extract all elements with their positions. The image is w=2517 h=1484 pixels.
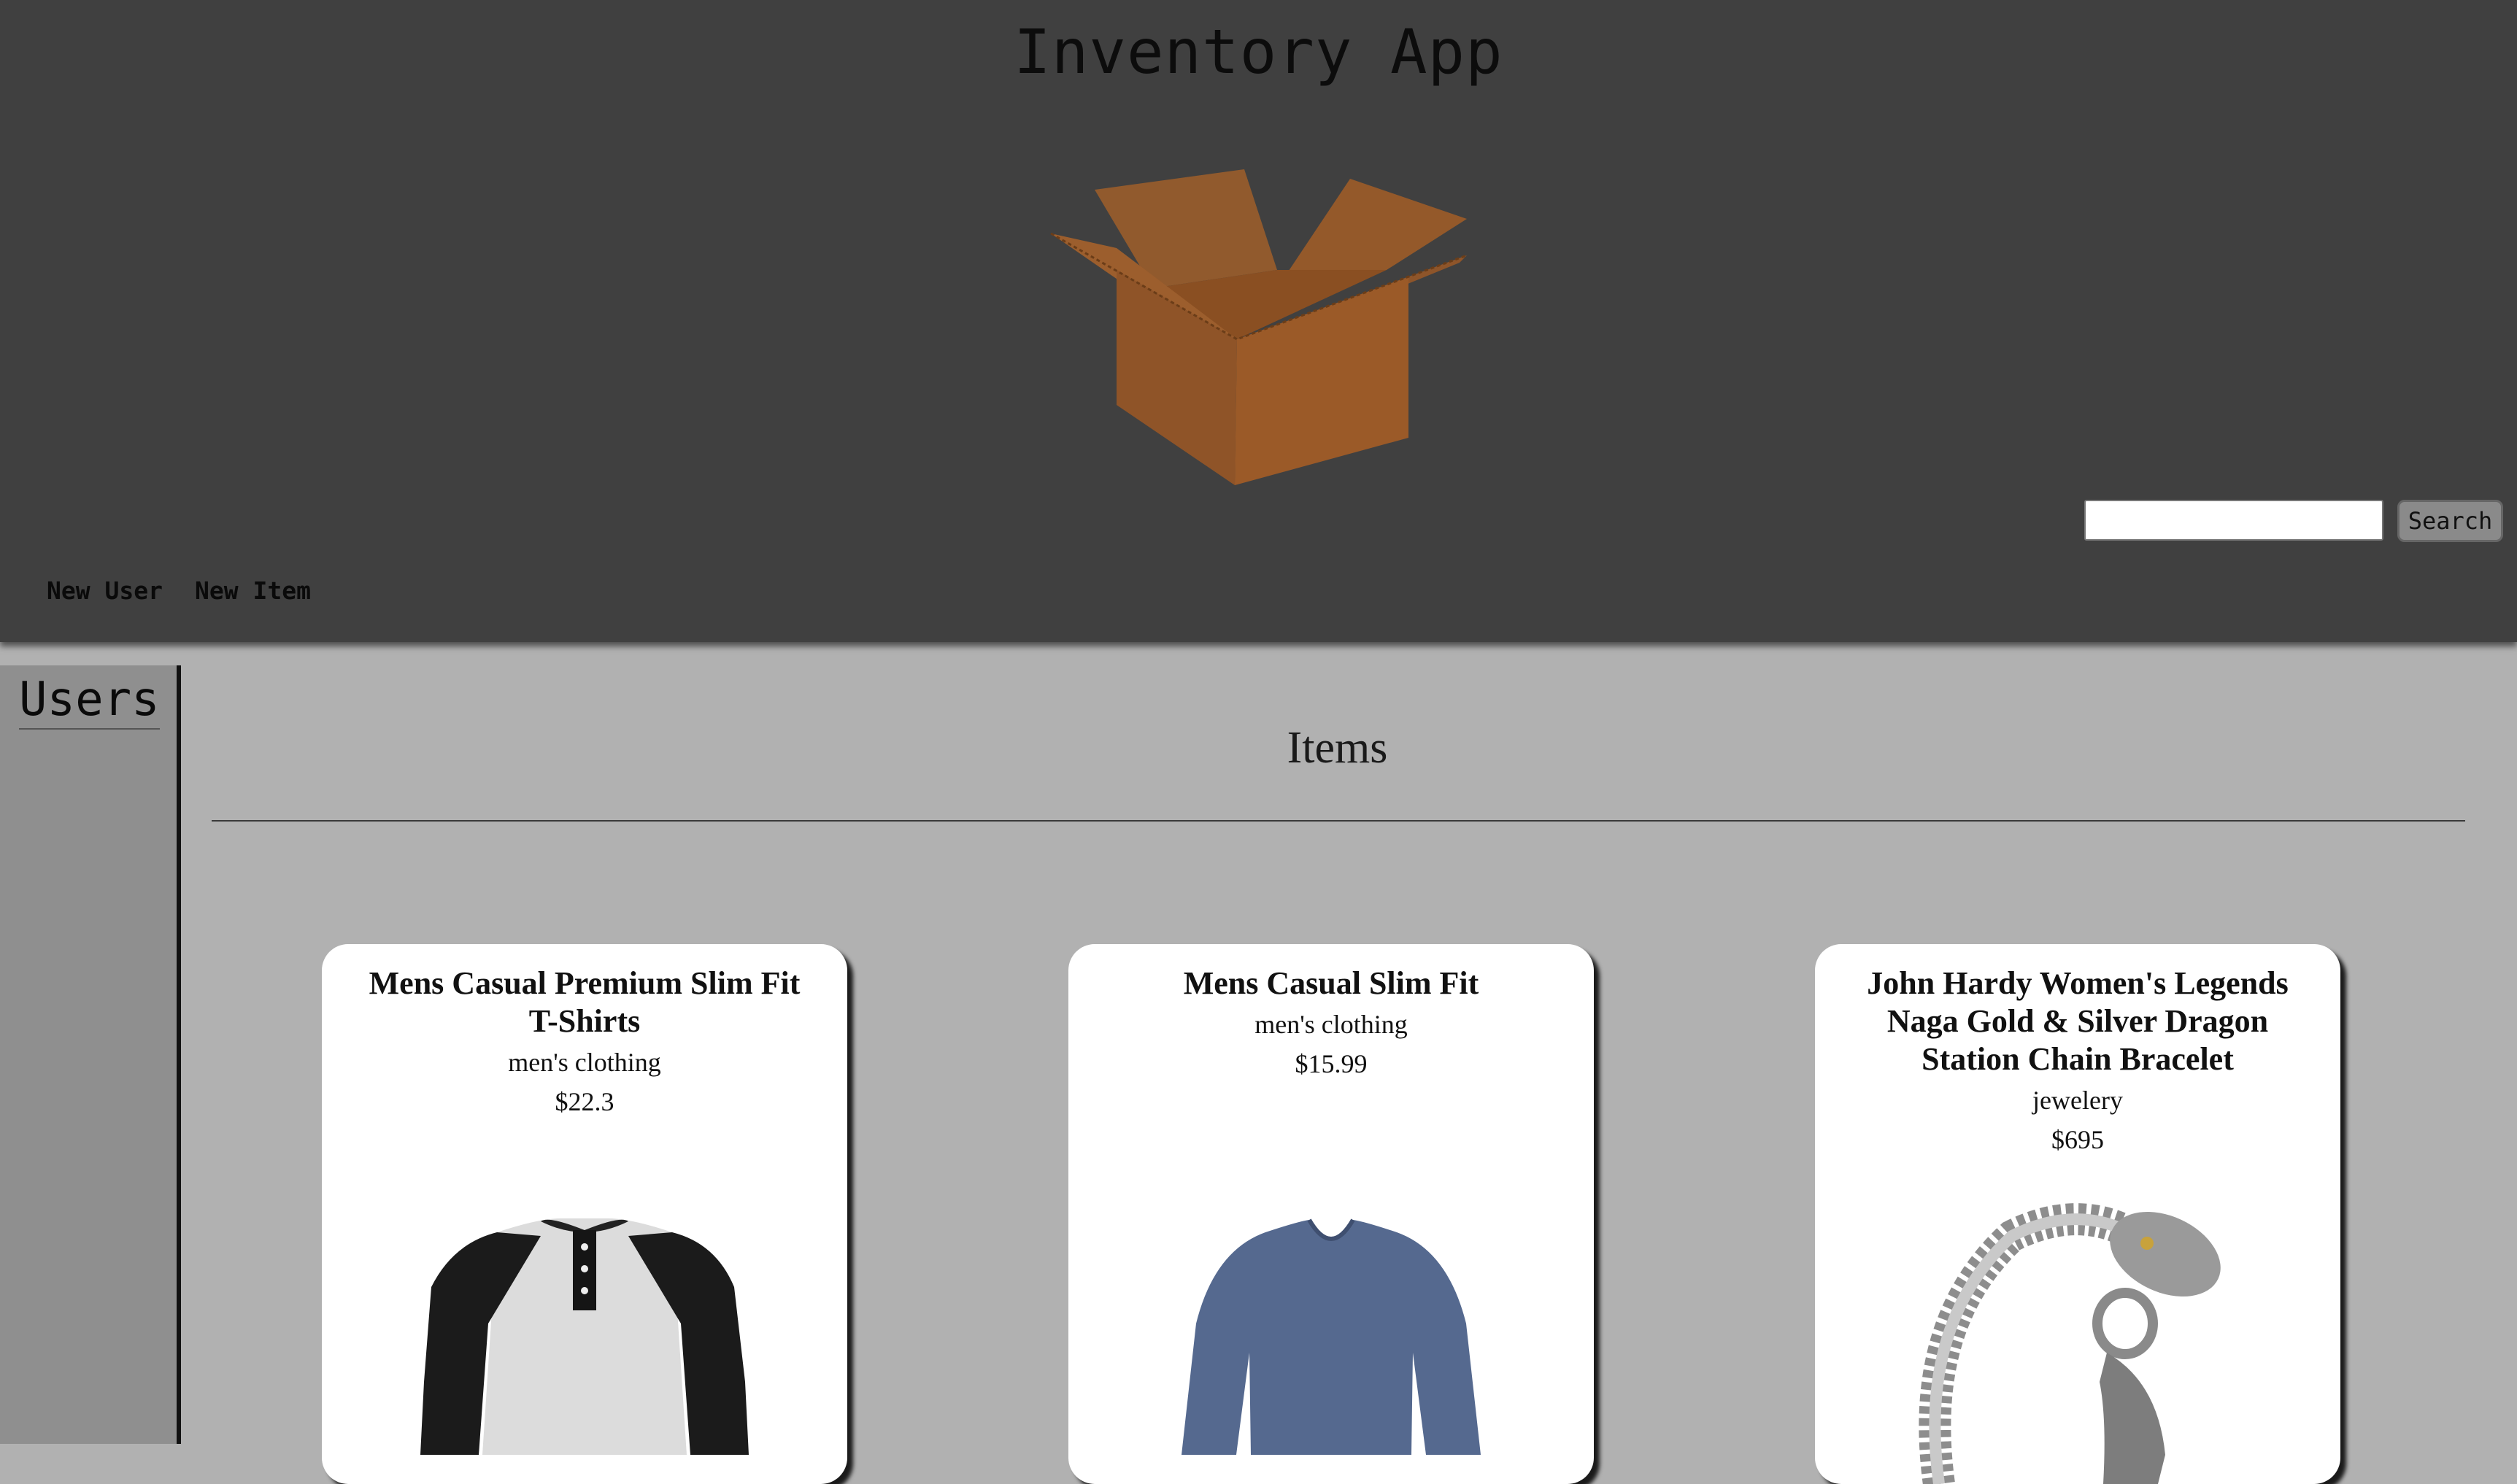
item-card[interactable]: Mens Casual Premium Slim Fit T-Shirts me… bbox=[322, 944, 847, 1484]
sidebar-title-users[interactable]: Users bbox=[19, 673, 160, 730]
items-divider bbox=[212, 820, 2465, 822]
cardboard-box-icon bbox=[1050, 169, 1468, 485]
item-price: $15.99 bbox=[1295, 1049, 1368, 1078]
nav-new-user-link[interactable]: New User bbox=[47, 576, 163, 605]
item-price: $695 bbox=[2051, 1125, 2104, 1154]
item-price: $22.3 bbox=[555, 1087, 614, 1116]
items-heading: Items bbox=[1287, 723, 1388, 773]
item-title: Mens Casual Slim Fit bbox=[1183, 965, 1479, 1001]
item-title: Mens Casual Premium Slim Fit T-Shirts bbox=[369, 965, 801, 1039]
app-header: Inventory App Search New User New Item bbox=[0, 0, 2517, 642]
app-title: Inventory App bbox=[1014, 16, 1503, 88]
item-card[interactable]: John Hardy Women's Legends Naga Gold & S… bbox=[1815, 944, 2340, 1484]
search-input[interactable] bbox=[2084, 500, 2383, 541]
item-title: John Hardy Women's Legends Naga Gold & S… bbox=[1867, 965, 2289, 1077]
item-category: jewelery bbox=[2032, 1086, 2123, 1115]
nav-new-item-link[interactable]: New Item bbox=[195, 576, 311, 605]
users-sidebar: Users bbox=[0, 665, 181, 1444]
search-button[interactable]: Search bbox=[2397, 500, 2503, 542]
item-card[interactable]: Mens Casual Slim Fit men's clothing $15.… bbox=[1068, 944, 1594, 1484]
item-category: men's clothing bbox=[508, 1048, 661, 1077]
item-category: men's clothing bbox=[1254, 1010, 1408, 1039]
